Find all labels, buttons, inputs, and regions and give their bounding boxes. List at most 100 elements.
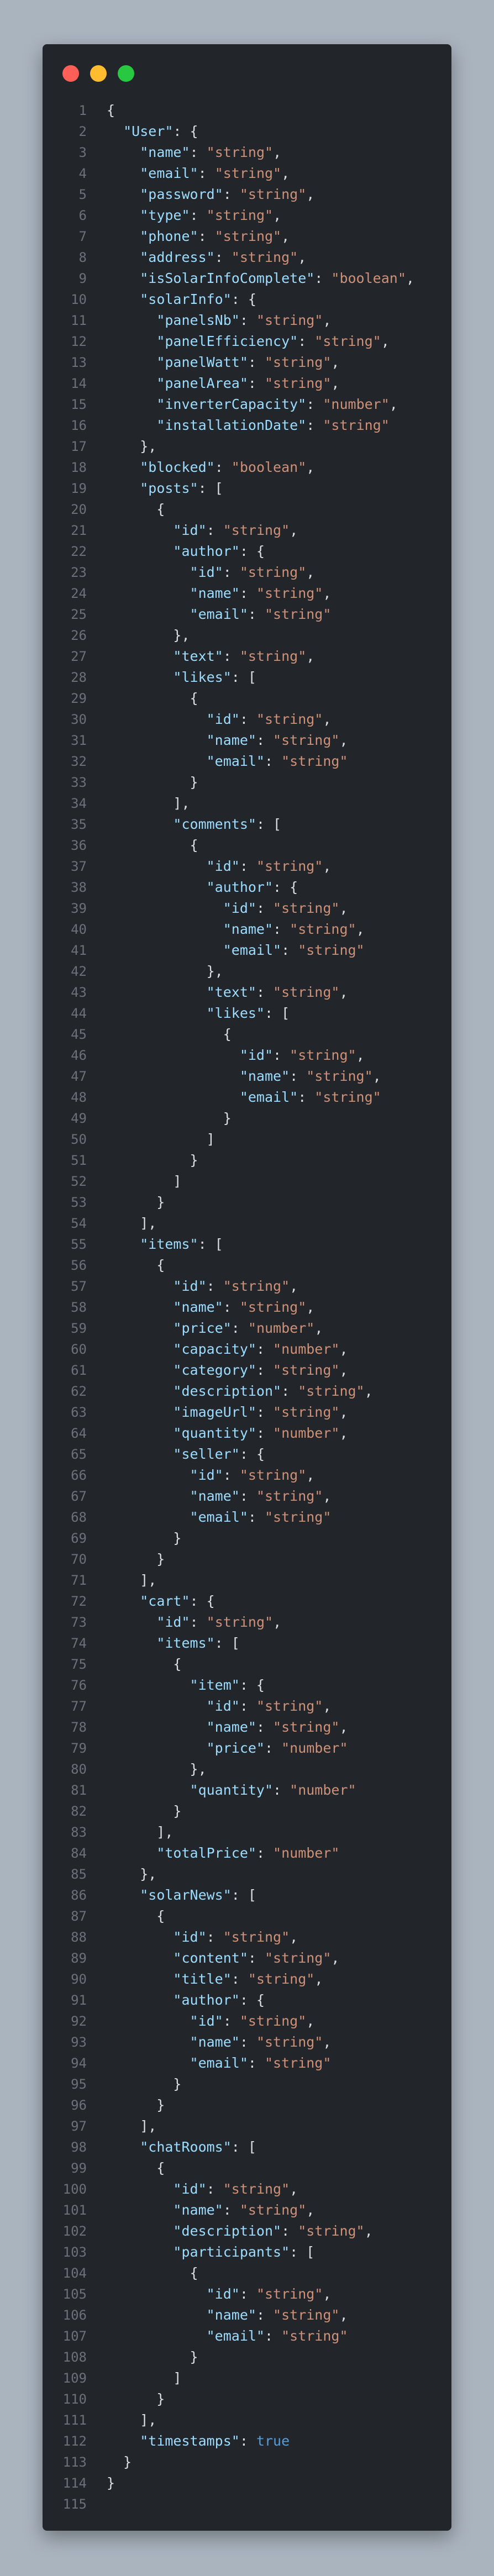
line-number: 58 xyxy=(71,1300,87,1315)
line-number: 43 xyxy=(71,985,87,1000)
line-number: 28 xyxy=(71,670,87,685)
code-line: 73 "id": "string", xyxy=(43,1612,451,1633)
line-number: 97 xyxy=(71,2118,87,2134)
code-line: 46 "id": "string", xyxy=(43,1045,451,1066)
code-line: 98 "chatRooms": [ xyxy=(43,2137,451,2158)
line-number: 54 xyxy=(71,1216,87,1231)
punctuation xyxy=(107,1509,190,1525)
punctuation: : [ xyxy=(231,669,256,685)
code-line: 93 "name": "string", xyxy=(43,2032,451,2053)
line-content: } xyxy=(107,2074,181,2095)
line-content: "email": "string", xyxy=(107,163,290,184)
code-line: 29 { xyxy=(43,688,451,709)
json-key: "text" xyxy=(173,648,223,664)
line-content: "id": "string", xyxy=(107,709,332,730)
line-content: } xyxy=(107,1549,165,1570)
json-string: "string" xyxy=(206,1614,274,1630)
line-content: "phone": "string", xyxy=(107,226,290,247)
punctuation: , xyxy=(323,858,332,874)
line-number: 65 xyxy=(71,1447,87,1462)
line-number: 66 xyxy=(71,1468,87,1483)
code-line: 7 "phone": "string", xyxy=(43,226,451,247)
code-line: 27 "text": "string", xyxy=(43,646,451,667)
line-number: 90 xyxy=(71,1972,87,1987)
json-string: "string" xyxy=(214,165,282,181)
punctuation xyxy=(107,1089,240,1105)
line-number: 91 xyxy=(71,1993,87,2008)
json-key: "quantity" xyxy=(173,1425,256,1441)
code-line: 39 "id": "string", xyxy=(43,898,451,919)
punctuation: : { xyxy=(239,1677,265,1693)
json-string: "string" xyxy=(265,1950,332,1966)
punctuation: : xyxy=(314,270,332,286)
line-content: "comments": [ xyxy=(107,814,281,835)
code-line: 54 ], xyxy=(43,1213,451,1234)
line-number: 2 xyxy=(78,124,87,139)
code-line: 15 "inverterCapacity": "number", xyxy=(43,394,451,415)
json-string: "number" xyxy=(248,1320,315,1336)
line-number: 60 xyxy=(71,1342,87,1357)
code-line: 74 "items": [ xyxy=(43,1633,451,1654)
code-line: 58 "name": "string", xyxy=(43,1297,451,1318)
punctuation xyxy=(107,1635,156,1651)
line-number: 102 xyxy=(62,2223,87,2239)
line-number: 15 xyxy=(71,397,87,412)
punctuation: : [ xyxy=(256,816,282,832)
code-window: 1{2 "User": {3 "name": "string", 4 "email… xyxy=(43,44,451,2531)
line-content: "blocked": "boolean", xyxy=(107,457,314,478)
punctuation: , xyxy=(381,333,390,349)
json-key: "email" xyxy=(223,942,282,958)
punctuation: : { xyxy=(273,879,298,895)
code-line: 32 "email": "string" xyxy=(43,751,451,772)
punctuation xyxy=(107,1698,207,1714)
line-content: "text": "string", xyxy=(107,982,348,1003)
json-string: "string" xyxy=(256,312,323,328)
code-line: 68 "email": "string" xyxy=(43,1507,451,1528)
punctuation: : xyxy=(206,522,223,538)
punctuation xyxy=(107,942,223,958)
line-content: "likes": [ xyxy=(107,1003,290,1024)
code-line: 88 "id": "string", xyxy=(43,1927,451,1948)
punctuation: } xyxy=(107,1194,165,1210)
punctuation: } xyxy=(107,2475,115,2491)
json-key: "author" xyxy=(206,879,274,895)
punctuation: : xyxy=(256,1341,274,1357)
punctuation xyxy=(107,1950,173,1966)
line-content: "name": "string", xyxy=(107,583,332,604)
close-window-button[interactable] xyxy=(62,65,79,82)
json-string: "number" xyxy=(273,1341,340,1357)
json-key: "id" xyxy=(173,1278,207,1294)
json-string: "boolean" xyxy=(231,459,307,475)
line-number: 29 xyxy=(71,691,87,706)
json-string: "boolean" xyxy=(331,270,406,286)
line-content: ] xyxy=(107,1129,215,1150)
maximize-window-button[interactable] xyxy=(118,65,134,82)
code-line: 59 "price": "number", xyxy=(43,1318,451,1339)
code-line: 61 "category": "string", xyxy=(43,1360,451,1381)
line-number: 34 xyxy=(71,796,87,811)
json-key: "id" xyxy=(173,1929,207,1945)
line-number: 27 xyxy=(71,649,87,664)
code-line: 24 "name": "string", xyxy=(43,583,451,604)
punctuation xyxy=(107,1719,207,1735)
line-number: 107 xyxy=(62,2328,87,2344)
code-line: 17 }, xyxy=(43,436,451,457)
line-content: "address": "string", xyxy=(107,247,306,268)
line-number: 83 xyxy=(71,1825,87,1840)
punctuation: : xyxy=(256,900,274,916)
line-content: "likes": [ xyxy=(107,667,256,688)
line-content: "author": { xyxy=(107,1990,265,2011)
json-key: "id" xyxy=(173,522,207,538)
line-content: "title": "string", xyxy=(107,1969,323,1990)
punctuation: ] xyxy=(107,1131,215,1147)
punctuation xyxy=(107,543,173,559)
line-content: }, xyxy=(107,436,156,457)
minimize-window-button[interactable] xyxy=(90,65,107,82)
line-number: 23 xyxy=(71,565,87,580)
code-line: 107 "email": "string" xyxy=(43,2326,451,2347)
json-string: "string" xyxy=(273,1362,340,1378)
json-key: "phone" xyxy=(140,228,198,244)
json-key: "totalPrice" xyxy=(156,1845,256,1861)
code-line: 80 }, xyxy=(43,1759,451,1780)
line-content: "id": "string", xyxy=(107,2284,332,2305)
